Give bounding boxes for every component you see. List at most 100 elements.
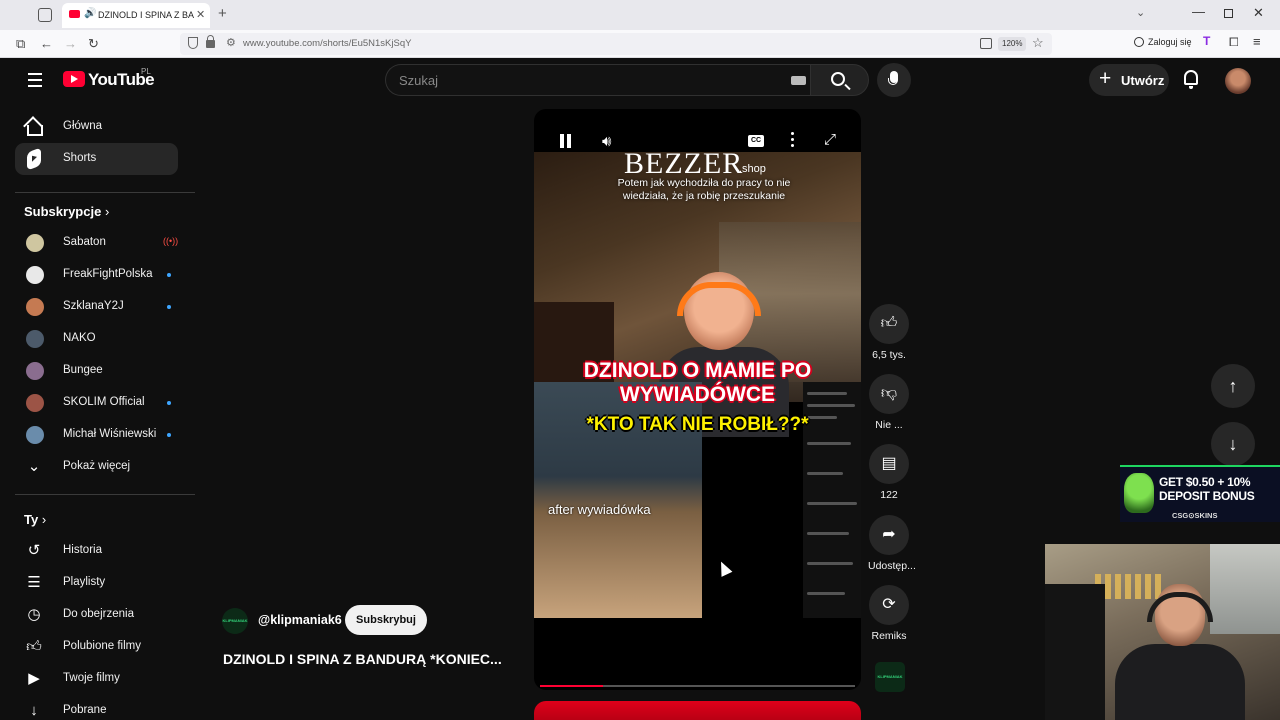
- chat-line: [807, 592, 845, 595]
- sidebar-item-label: Główna: [63, 120, 102, 132]
- sidebar-item-home[interactable]: Główna: [15, 111, 178, 143]
- tab-overview-icon[interactable]: [38, 8, 52, 22]
- sidebar-item-watch-later[interactable]: ◷ Do obejrzenia: [15, 599, 178, 631]
- channel-avatar: [26, 298, 44, 316]
- voice-search-button[interactable]: [877, 63, 911, 97]
- speaker-icon[interactable]: 🔊: [84, 8, 96, 19]
- progress-fill: [540, 685, 603, 687]
- sidebar-item-downloads[interactable]: ↓ Pobrane: [15, 695, 178, 720]
- chat-line: [807, 472, 843, 475]
- you-heading-label: Ty: [24, 512, 39, 527]
- remix-action[interactable]: ⟳ Remiks: [868, 585, 910, 642]
- sidebar-item-label: NAKO: [63, 332, 96, 344]
- maximize-button[interactable]: [1224, 9, 1233, 18]
- new-content-dot: [167, 273, 171, 277]
- comments-count: 122: [880, 489, 898, 501]
- search-button[interactable]: [810, 64, 869, 96]
- subscribe-button[interactable]: Subskrybuj: [345, 605, 427, 635]
- sidebar-item-liked-videos[interactable]: 👍︎ Polubione filmy: [15, 631, 178, 663]
- user-avatar[interactable]: [1225, 68, 1251, 94]
- sidebar-item-nako[interactable]: NAKO: [15, 323, 178, 355]
- volume-icon[interactable]: 🔊︎: [602, 133, 611, 150]
- create-button[interactable]: + Utwórz: [1089, 64, 1169, 96]
- youtube-logo-icon[interactable]: [63, 71, 85, 87]
- new-content-dot: [167, 433, 171, 437]
- like-action[interactable]: 👍︎ 6,5 tys.: [868, 304, 910, 361]
- ad-headline: GET $0.50 + 10%: [1159, 475, 1251, 489]
- dislike-action[interactable]: 👎︎ Nie ...: [868, 374, 910, 431]
- sidebar-item-your-videos[interactable]: ▶ Twoje filmy: [15, 663, 178, 695]
- sidebar-item-szklanay2j[interactable]: SzklanaY2J: [15, 291, 178, 323]
- tab-list-chevron-icon[interactable]: ⌄: [1136, 6, 1145, 19]
- channel-mini-avatar[interactable]: KLIPMANIAK: [875, 662, 905, 692]
- zoom-level[interactable]: 120%: [998, 37, 1027, 51]
- extension-icon[interactable]: T: [1203, 34, 1210, 48]
- sidebar-item-label: SzklanaY2J: [63, 300, 124, 312]
- cam-chair: [1045, 584, 1105, 720]
- new-tab-button[interactable]: +: [218, 5, 227, 22]
- history-icon: ↺: [27, 542, 41, 559]
- comments-action[interactable]: ▤ 122: [868, 444, 910, 501]
- chat-line: [807, 442, 851, 445]
- sidebar-item-history[interactable]: ↺ Historia: [15, 535, 178, 567]
- sidebar-item-label: FreakFightPolska: [63, 268, 153, 280]
- sidebar-item-playlists[interactable]: ☰ Playlisty: [15, 567, 178, 599]
- closed-captions-icon[interactable]: CC: [748, 135, 764, 147]
- subscriptions-heading[interactable]: Subskrypcje ›: [24, 204, 109, 219]
- search-icon: [831, 72, 845, 86]
- cam-trophies: [1095, 574, 1165, 599]
- back-button[interactable]: ←: [40, 36, 53, 51]
- notifications-bell-icon[interactable]: [1184, 70, 1198, 89]
- lock-icon[interactable]: [206, 35, 215, 48]
- previous-short-button[interactable]: ↑: [1211, 364, 1255, 408]
- share-icon[interactable]: ➦: [869, 515, 909, 555]
- channel-name[interactable]: @klipmaniak6: [258, 613, 342, 627]
- thumb-down-icon[interactable]: 👎︎: [869, 374, 909, 414]
- sidebar-item-shorts[interactable]: Shorts: [15, 143, 178, 175]
- video-inner-caption: after wywiadówka: [548, 502, 651, 517]
- signin-button[interactable]: Zaloguj się: [1134, 37, 1192, 47]
- sidebar-item-label: Sabaton: [63, 236, 106, 248]
- sidebar-item-skolim[interactable]: SKOLIM Official: [15, 387, 178, 419]
- thumb-up-icon[interactable]: 👍︎: [869, 304, 909, 344]
- channel-avatar[interactable]: KLIPMANIAK: [222, 608, 248, 634]
- browser-tab[interactable]: 🔊 DZINOLD I SPINA Z BANDURĄ ✕: [62, 3, 210, 28]
- progress-bar[interactable]: [540, 685, 855, 687]
- short-title[interactable]: DZINOLD I SPINA Z BANDURĄ *KONIEC...: [223, 651, 502, 667]
- browser-menu-icon[interactable]: ≡: [1253, 34, 1261, 49]
- extensions-puzzle-icon[interactable]: ⧠: [1229, 35, 1239, 50]
- like-count: 6,5 tys.: [872, 349, 906, 361]
- permissions-icon[interactable]: ⚙: [226, 36, 236, 49]
- sidebar-item-bungee[interactable]: Bungee: [15, 355, 178, 387]
- signin-label: Zaloguj się: [1148, 37, 1192, 47]
- pause-icon[interactable]: [560, 134, 572, 148]
- forward-button[interactable]: →: [64, 36, 77, 51]
- dislike-label: Nie ...: [875, 419, 903, 431]
- more-options-icon[interactable]: [791, 132, 795, 150]
- sidebar-item-sabaton[interactable]: Sabaton ((•)): [15, 227, 178, 259]
- shorts-video-player[interactable]: BEZZER .shop Potem jak wychodziła do pra…: [534, 109, 861, 690]
- reader-view-icon[interactable]: [980, 38, 992, 49]
- hamburger-menu-icon[interactable]: [28, 73, 42, 91]
- next-short-button[interactable]: ↓: [1211, 422, 1255, 466]
- next-short-preview[interactable]: [534, 701, 861, 720]
- reload-button[interactable]: ↻: [88, 36, 99, 52]
- url-text[interactable]: www.youtube.com/shorts/Eu5N1sKjSqY: [243, 38, 411, 49]
- search-input[interactable]: [399, 73, 759, 88]
- minimize-button[interactable]: —: [1192, 4, 1205, 19]
- address-bar[interactable]: ⚙ www.youtube.com/shorts/Eu5N1sKjSqY 120…: [180, 33, 1052, 55]
- sidebar-toggle-icon[interactable]: ⧉: [16, 36, 25, 52]
- tracking-shield-icon[interactable]: [188, 37, 198, 49]
- you-heading[interactable]: Ty ›: [24, 512, 46, 527]
- keyboard-icon[interactable]: [791, 76, 806, 85]
- sidebar-item-michal-wisniewski[interactable]: Michał Wiśniewski: [15, 419, 178, 451]
- close-window-button[interactable]: ✕: [1253, 5, 1264, 21]
- sidebar-item-freakfightpolska[interactable]: FreakFightPolska: [15, 259, 178, 291]
- show-more-button[interactable]: ⌄ Pokaż więcej: [15, 451, 178, 483]
- fullscreen-icon[interactable]: ⤢: [824, 131, 836, 148]
- share-action[interactable]: ➦ Udostęp...: [868, 515, 916, 572]
- close-tab-icon[interactable]: ✕: [196, 8, 205, 21]
- comment-icon[interactable]: ▤: [869, 444, 909, 484]
- bookmark-star-icon[interactable]: ☆: [1032, 35, 1044, 51]
- remix-icon[interactable]: ⟳: [869, 585, 909, 625]
